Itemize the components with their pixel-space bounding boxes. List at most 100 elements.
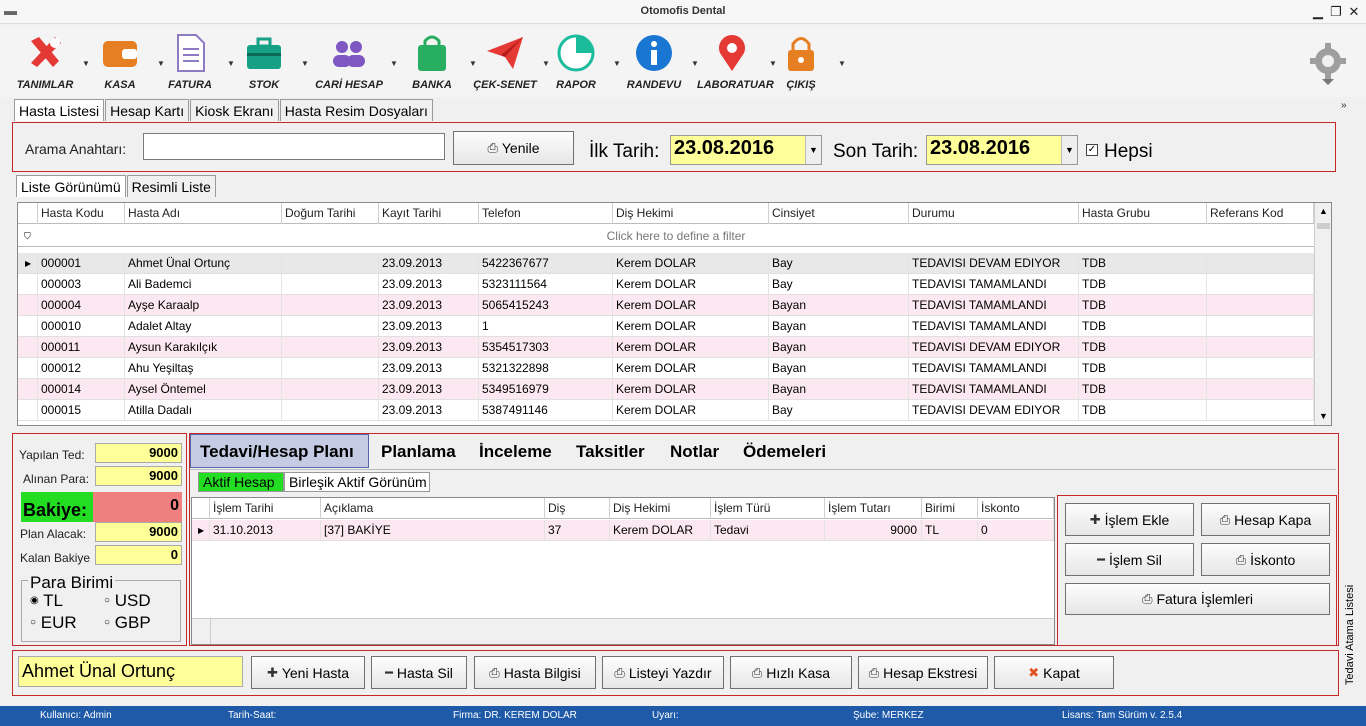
- table-row[interactable]: 000012 Ahu Yeşiltaş 23.09.2013 5321322898 Ke…: [18, 358, 1314, 379]
- table-row[interactable]: 000014 Aysel Öntemel 23.09.2013 5349516979 K…: [18, 379, 1314, 400]
- done-value: 9000: [95, 443, 182, 463]
- chevron-down-icon[interactable]: ▼: [301, 59, 309, 68]
- account-statement-button[interactable]: ⎙ Hesap Ekstresi: [858, 656, 988, 689]
- column-header[interactable]: İşlem Tutarı: [825, 498, 922, 519]
- column-header[interactable]: Kayıt Tarihi: [379, 203, 479, 224]
- minimize-icon[interactable]: ▁: [1310, 4, 1326, 20]
- print-list-button[interactable]: ⎙ Listeyi Yazdır: [602, 656, 724, 689]
- toolbar-document-button[interactable]: FATURA ▼: [155, 33, 235, 91]
- table-row[interactable]: 000010 Adalet Altay 23.09.2013 1 Kerem DOLAR…: [18, 316, 1314, 337]
- table-cell: 37: [545, 520, 610, 541]
- column-header[interactable]: Diş Hekimi: [610, 498, 711, 519]
- column-header[interactable]: Referans Kod: [1207, 203, 1314, 224]
- end-date-label: Son Tarih:: [833, 141, 919, 162]
- toolbar-label: FATURA: [168, 79, 212, 91]
- content-tab-0[interactable]: Tedavi/Hesap Planı: [200, 442, 354, 462]
- currency-radio-gbp[interactable]: ○ GBP: [104, 613, 151, 633]
- chevron-down-icon[interactable]: ▼: [805, 136, 821, 164]
- column-header[interactable]: İşlem Tarihi: [210, 498, 321, 519]
- column-header[interactable]: Durumu: [909, 203, 1079, 224]
- table-row[interactable]: 000003 Ali Bademci 23.09.2013 5323111564 Ker…: [18, 274, 1314, 295]
- main-tab-1[interactable]: Hesap Kartı: [105, 99, 190, 121]
- end-date-picker[interactable]: 23.08.2016 ▼: [926, 135, 1078, 165]
- toolbar-paper-plane-button[interactable]: ÇEK-SENET ▼: [470, 33, 550, 91]
- chevron-down-icon[interactable]: ▼: [838, 59, 846, 68]
- main-tab-3[interactable]: Hasta Resim Dosyaları: [279, 99, 433, 121]
- toolbar-users-button[interactable]: CARİ HESAP ▼: [314, 33, 398, 91]
- content-tab-3[interactable]: Taksitler: [576, 442, 645, 462]
- column-header[interactable]: Telefon: [479, 203, 613, 224]
- column-header[interactable]: Diş: [545, 498, 610, 519]
- close-icon[interactable]: ✕: [1346, 4, 1362, 20]
- close-button[interactable]: ✖ Kapat: [994, 656, 1114, 689]
- column-header[interactable]: Doğum Tarihi: [282, 203, 379, 224]
- add-transaction-button[interactable]: ✚ İşlem Ekle: [1065, 503, 1194, 536]
- toolbar-tools-button[interactable]: TANIMLAR ▼: [10, 33, 90, 91]
- sub-tab-0[interactable]: Aktif Hesap: [198, 472, 284, 492]
- table-row[interactable]: ▶ 000001 Ahmet Ünal Ortunç 23.09.2013 542236…: [18, 253, 1314, 274]
- side-panel[interactable]: Tedavi Atama Listesi: [1339, 433, 1359, 698]
- currency-radio-eur[interactable]: ○ EUR: [30, 613, 77, 633]
- table-cell: Kerem DOLAR: [613, 274, 769, 295]
- toolbar-bag-button[interactable]: BANKA ▼: [397, 33, 477, 91]
- table-cell: TDB: [1079, 358, 1207, 379]
- column-header[interactable]: Birimi: [922, 498, 978, 519]
- currency-radio-tl[interactable]: ◉ TL: [30, 591, 63, 611]
- content-tab-1[interactable]: Planlama: [381, 442, 456, 462]
- table-row[interactable]: 000015 Atilla Dadalı 23.09.2013 5387491146 K…: [18, 400, 1314, 421]
- scroll-up-icon[interactable]: ▲: [1315, 203, 1331, 220]
- content-tab-2[interactable]: İnceleme: [479, 442, 552, 462]
- search-input[interactable]: [143, 133, 445, 160]
- info-icon: [636, 35, 672, 71]
- toolbar-wallet-button[interactable]: KASA ▼: [85, 33, 165, 91]
- table-cell: 23.09.2013: [379, 337, 479, 358]
- close-account-button[interactable]: ⎙ Hesap Kapa: [1201, 503, 1330, 536]
- column-header[interactable]: Cinsiyet: [769, 203, 909, 224]
- toolbar-briefcase-button[interactable]: STOK ▼: [229, 33, 309, 91]
- column-header[interactable]: Hasta Kodu: [38, 203, 125, 224]
- vertical-scrollbar[interactable]: ▲ ▼: [1314, 203, 1331, 425]
- new-patient-button[interactable]: ✚ Yeni Hasta: [251, 656, 365, 689]
- delete-transaction-button[interactable]: ━ İşlem Sil: [1065, 543, 1194, 576]
- chevron-down-icon[interactable]: ▼: [1061, 136, 1077, 164]
- delete-patient-button[interactable]: ━ Hasta Sil: [371, 656, 467, 689]
- settings-gear-icon[interactable]: [1308, 41, 1348, 85]
- table-cell: Kerem DOLAR: [613, 400, 769, 421]
- all-checkbox[interactable]: ✓: [1086, 144, 1098, 156]
- discount-button[interactable]: ⎙ İskonto: [1201, 543, 1330, 576]
- column-header[interactable]: İşlem Türü: [711, 498, 825, 519]
- main-tab-2[interactable]: Kiosk Ekranı: [190, 99, 279, 121]
- table-row[interactable]: ▶ 31.10.2013 [37] BAKİYE 37 Kerem DOLAR Tedav…: [192, 520, 1054, 541]
- column-header[interactable]: İskonto: [978, 498, 1054, 519]
- start-date-picker[interactable]: 23.08.2016 ▼: [670, 135, 822, 165]
- table-cell: TDB: [1079, 379, 1207, 400]
- patient-info-button[interactable]: ⎙ Hasta Bilgisi: [474, 656, 596, 689]
- table-cell: 23.09.2013: [379, 358, 479, 379]
- column-header[interactable]: Açıklama: [321, 498, 545, 519]
- filter-row[interactable]: ⛉ Click here to define a filter: [18, 225, 1331, 247]
- toolbar-location-pin-button[interactable]: LABORATUAR ▼: [697, 33, 777, 91]
- column-header[interactable]: Hasta Grubu: [1079, 203, 1207, 224]
- content-tab-4[interactable]: Notlar: [670, 442, 719, 462]
- quick-cash-button[interactable]: ⎙ Hızlı Kasa: [730, 656, 852, 689]
- view-tab-1[interactable]: Resimli Liste: [126, 175, 216, 197]
- invoice-button[interactable]: ⎙ Fatura İşlemleri: [1065, 583, 1330, 615]
- column-header[interactable]: Diş Hekimi: [613, 203, 769, 224]
- content-tab-5[interactable]: Ödemeleri: [743, 442, 826, 462]
- status-user: Kullanıcı: Admin: [40, 710, 112, 721]
- currency-radio-usd[interactable]: ○ USD: [104, 591, 151, 611]
- table-row[interactable]: 000004 Ayşe Karaalp 23.09.2013 5065415243 Ke…: [18, 295, 1314, 316]
- main-tab-0[interactable]: Hasta Listesi: [14, 99, 105, 121]
- toolbar-info-button[interactable]: RANDEVU ▼: [619, 33, 699, 91]
- toolbar-pie-chart-button[interactable]: RAPOR ▼: [541, 33, 621, 91]
- restore-icon[interactable]: ❐: [1328, 4, 1344, 20]
- table-row[interactable]: 000011 Aysun Karakılçık 23.09.2013 53545173…: [18, 337, 1314, 358]
- toolbar-lock-button[interactable]: ÇIKIŞ ▼: [766, 33, 846, 91]
- expand-panel-icon[interactable]: »: [1341, 100, 1347, 111]
- sub-tab-1[interactable]: Birleşik Aktif Görünüm: [284, 472, 430, 492]
- column-header[interactable]: Hasta Adı: [125, 203, 282, 224]
- view-tab-0[interactable]: Liste Görünümü: [16, 175, 126, 197]
- refresh-button[interactable]: ⎙ Yenile: [453, 131, 574, 165]
- scroll-down-icon[interactable]: ▼: [1315, 408, 1331, 425]
- scroll-thumb[interactable]: [1317, 223, 1330, 229]
